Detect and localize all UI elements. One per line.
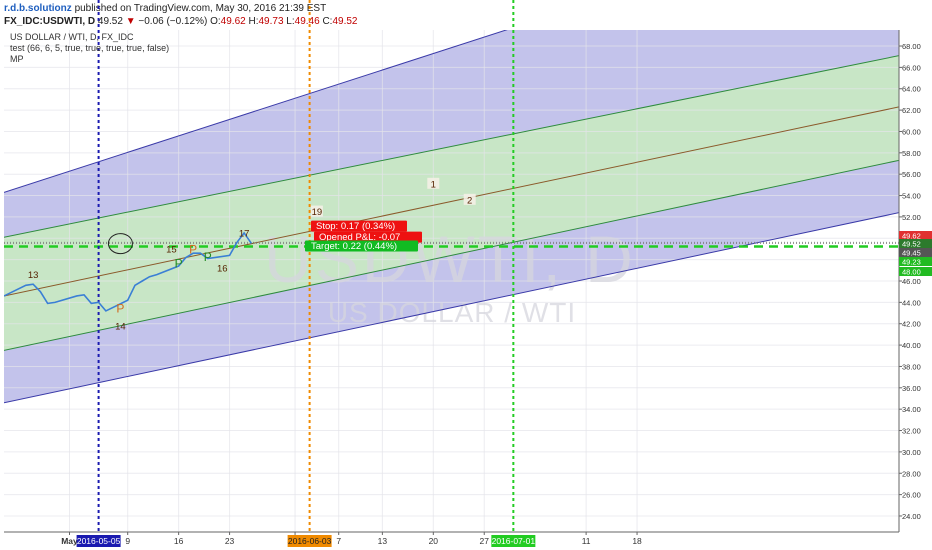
position-tool[interactable]: Stop: 0.17 (0.34%)Opened P&L: -0.07Targe…	[305, 220, 422, 252]
y-tick-label: 42.00	[902, 320, 921, 329]
date-badge-label: 2016-07-01	[492, 536, 536, 546]
wave-count-label: 1	[431, 179, 436, 190]
y-tick-label: 68.00	[902, 42, 921, 51]
y-tick-label: 62.00	[902, 106, 921, 115]
price-axis: 24.00 26.00 28.00 30.00 32.00 34.00 36.00 38.00…	[898, 30, 932, 532]
pattern-p-label: P	[189, 243, 197, 257]
y-tick-label: 60.00	[902, 127, 921, 136]
price-badge-label: 49.52	[902, 240, 921, 249]
y-tick-label: 24.00	[902, 512, 921, 521]
stop-label: Stop: 0.17 (0.34%)	[316, 221, 395, 232]
time-axis: May91623Jun713202711182016-05-052016-06-…	[4, 531, 899, 547]
y-tick-label: 28.00	[902, 469, 921, 478]
price-badge-label: 49.23	[902, 258, 921, 267]
x-tick-label: 27	[480, 536, 490, 546]
x-tick-label: 7	[336, 536, 341, 546]
y-tick-label: 54.00	[902, 192, 921, 201]
chart-svg[interactable]: USDWTI, D US DOLLAR / WTI 13141516171919…	[0, 0, 932, 550]
legend-mp: MP	[10, 54, 24, 64]
x-tick-label: 18	[632, 536, 642, 546]
x-tick-label: 23	[225, 536, 235, 546]
date-badge-label: 2016-06-03	[288, 536, 332, 546]
price-badge-label: 48.00	[902, 268, 921, 277]
y-tick-label: 40.00	[902, 341, 921, 350]
y-tick-label: 56.00	[902, 170, 921, 179]
x-tick-label: 16	[174, 536, 184, 546]
x-tick-label: 9	[125, 536, 130, 546]
legend-series: US DOLLAR / WTI, D, FX_IDC	[10, 32, 134, 42]
date-badge-label: 2016-05-05	[77, 536, 121, 546]
wave-count-label: 13	[28, 270, 39, 281]
y-tick-label: 44.00	[902, 298, 921, 307]
x-tick-label: 11	[582, 536, 591, 546]
wave-count-label: 15	[166, 244, 177, 255]
y-tick-label: 32.00	[902, 427, 921, 436]
wave-count-label: 16	[217, 264, 228, 275]
pattern-p-label: P	[116, 301, 124, 315]
y-tick-label: 36.00	[902, 384, 921, 393]
y-tick-label: 34.00	[902, 405, 921, 414]
watermark-name: US DOLLAR / WTI	[328, 297, 576, 328]
y-tick-label: 26.00	[902, 491, 921, 500]
pattern-p-label: P	[175, 256, 183, 270]
price-badge-label: 49.45	[902, 249, 921, 258]
x-tick-label: 20	[429, 536, 439, 546]
y-tick-label: 66.00	[902, 63, 921, 72]
y-tick-label: 52.00	[902, 213, 921, 222]
x-tick-label: May	[61, 536, 78, 546]
wave-count-label: 17	[239, 228, 250, 239]
wave-count-label: 2	[467, 195, 472, 206]
y-tick-label: 58.00	[902, 149, 921, 158]
target-label: Target: 0.22 (0.44%)	[311, 241, 397, 252]
y-tick-label: 38.00	[902, 362, 921, 371]
pattern-p-label: P	[204, 250, 212, 264]
x-tick-label: 13	[378, 536, 388, 546]
legend-indicator: test (66, 6, 5, true, true, true, true, …	[10, 43, 169, 53]
y-tick-label: 46.00	[902, 277, 921, 286]
y-tick-label: 64.00	[902, 85, 921, 94]
legend: US DOLLAR / WTI, D, FX_IDC test (66, 6, …	[10, 32, 169, 64]
wave-count-label: 19	[312, 207, 323, 218]
y-tick-label: 30.00	[902, 448, 921, 457]
wave-count-label: 14	[115, 321, 126, 332]
